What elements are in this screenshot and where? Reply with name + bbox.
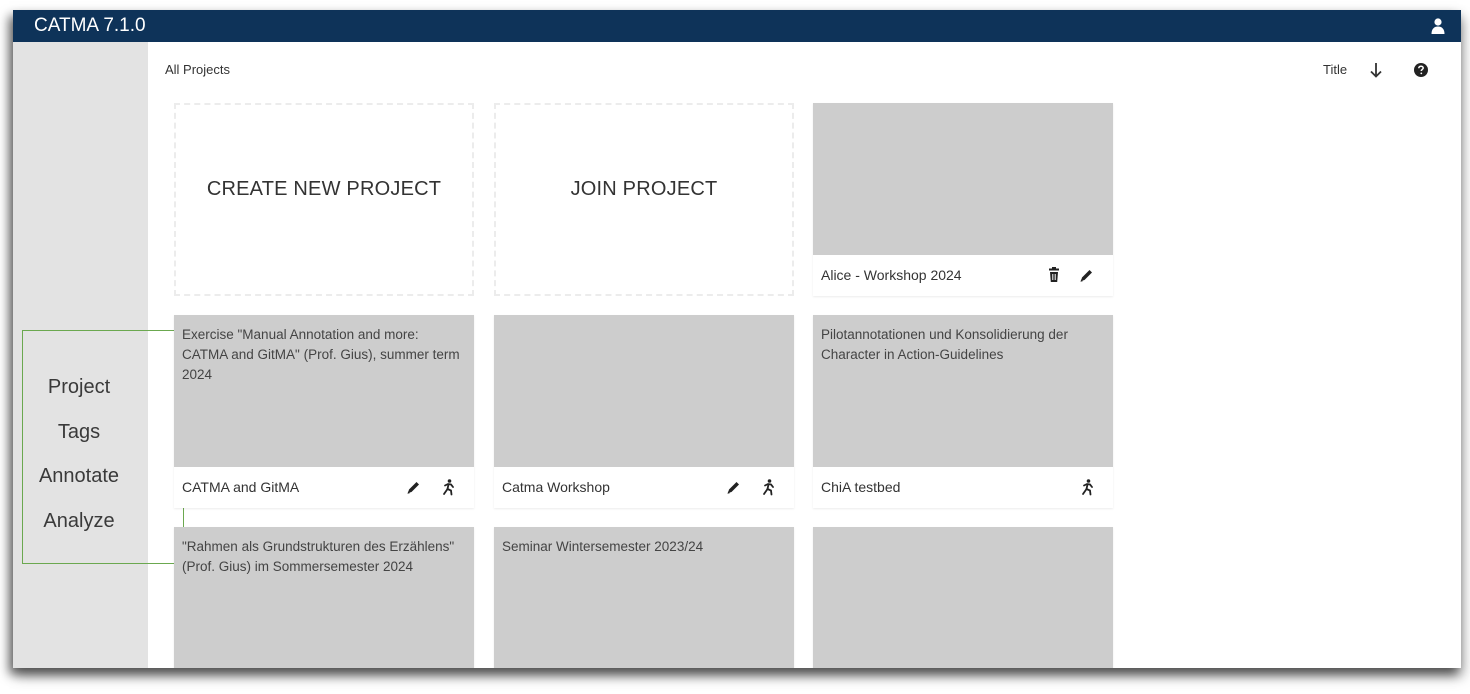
project-footer: CATMA and GitMA [174,467,474,508]
create-project-label: CREATE NEW PROJECT [206,178,442,200]
project-card[interactable]: Catma Workshop [494,315,794,508]
project-description [494,315,794,467]
nav-item-tags[interactable]: Tags [23,420,135,444]
sidebar-nav: Project Tags Annotate Analyze [22,330,184,564]
project-name: CATMA and GitMA [182,479,300,495]
user-icon[interactable] [1429,17,1447,35]
nav-item-annotate[interactable]: Annotate [23,464,135,488]
nav-item-project[interactable]: Project [23,375,135,399]
project-name: Alice - Workshop 2024 [821,267,962,283]
running-person-icon[interactable] [1079,478,1095,496]
project-name: ChiA testbed [821,479,901,495]
top-bar: CATMA 7.1.0 [13,10,1461,42]
project-footer: Catma Workshop [494,467,794,508]
create-project-card[interactable]: CREATE NEW PROJECT [174,103,474,296]
running-person-icon[interactable] [440,478,456,496]
join-project-label: JOIN PROJECT [570,178,718,200]
project-description: "Rahmen als Grundstrukturen des Erzählen… [174,527,474,668]
nav-item-analyze[interactable]: Analyze [23,509,135,533]
trash-icon[interactable] [1046,266,1062,284]
project-description [813,103,1113,255]
project-card[interactable]: Seminar Wintersemester 2023/24 [494,527,794,668]
running-person-icon[interactable] [760,478,776,496]
project-card[interactable]: Alice - Workshop 2024 [813,103,1113,296]
project-card[interactable]: "Rahmen als Grundstrukturen des Erzählen… [174,527,474,668]
project-name: Catma Workshop [502,479,610,495]
project-description: Pilotannotationen und Konsolidierung der… [813,315,1113,467]
help-icon[interactable] [1414,63,1428,77]
pencil-icon[interactable] [1078,266,1094,284]
project-footer: Alice - Workshop 2024 [813,255,1113,296]
project-card[interactable] [813,527,1113,668]
project-description: Exercise "Manual Annotation and more: CA… [174,315,474,467]
project-description: Seminar Wintersemester 2023/24 [494,527,794,668]
join-project-card[interactable]: JOIN PROJECT [494,103,794,296]
project-card[interactable]: Exercise "Manual Annotation and more: CA… [174,315,474,508]
project-card[interactable]: Pilotannotationen und Konsolidierung der… [813,315,1113,508]
project-footer: ChiA testbed [813,467,1113,508]
project-description [813,527,1113,668]
pencil-icon[interactable] [405,478,421,496]
pencil-icon[interactable] [725,478,741,496]
arrow-down-icon[interactable] [1369,62,1383,78]
sort-label[interactable]: Title [1323,62,1347,77]
app-window: CATMA 7.1.0 Project Tags Annotate Analyz… [13,10,1461,668]
page-title: All Projects [165,62,231,77]
app-title: CATMA 7.1.0 [34,15,146,36]
